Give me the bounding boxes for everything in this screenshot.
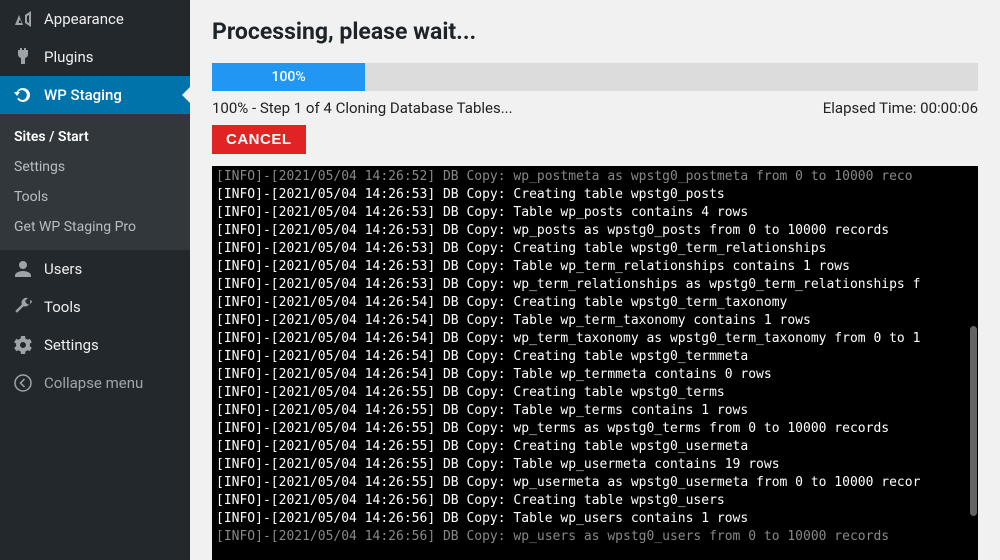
log-console[interactable]: [INFO]-[2021/05/04 14:26:52] DB Copy: wp…: [212, 166, 978, 560]
status-text: 100% - Step 1 of 4 Cloning Database Tabl…: [212, 99, 513, 117]
sidebar-item-label: Appearance: [44, 10, 124, 28]
log-line: [INFO]-[2021/05/04 14:26:55] DB Copy: Ta…: [216, 402, 974, 420]
log-line: [INFO]-[2021/05/04 14:26:55] DB Copy: Ta…: [216, 456, 974, 474]
submenu-item-tools[interactable]: Tools: [0, 182, 190, 212]
log-line: [INFO]-[2021/05/04 14:26:54] DB Copy: Ta…: [216, 312, 974, 330]
log-line: [INFO]-[2021/05/04 14:26:56] DB Copy: Cr…: [216, 492, 974, 510]
log-line: [INFO]-[2021/05/04 14:26:55] DB Copy: Cr…: [216, 438, 974, 456]
progress-percent: 100%: [272, 69, 306, 85]
log-line: [INFO]-[2021/05/04 14:26:55] DB Copy: wp…: [216, 420, 974, 438]
elapsed-time: Elapsed Time: 00:00:06: [823, 99, 978, 117]
sidebar-item-users[interactable]: Users: [0, 250, 190, 288]
log-line: [INFO]-[2021/05/04 14:26:55] DB Copy: Cr…: [216, 384, 974, 402]
log-line: [INFO]-[2021/05/04 14:26:53] DB Copy: wp…: [216, 222, 974, 240]
submenu-item-settings[interactable]: Settings: [0, 152, 190, 182]
collapse-icon: [12, 373, 34, 393]
plugin-icon: [12, 47, 34, 67]
wrench-icon: [12, 297, 34, 317]
status-row: 100% - Step 1 of 4 Cloning Database Tabl…: [212, 99, 978, 117]
refresh-icon: [12, 85, 34, 105]
submenu-item-sites-start[interactable]: Sites / Start: [0, 122, 190, 152]
log-line: [INFO]-[2021/05/04 14:26:54] DB Copy: Ta…: [216, 366, 974, 384]
progress-bar-fill: 100%: [212, 63, 365, 91]
sidebar-item-appearance[interactable]: Appearance: [0, 0, 190, 38]
sidebar-submenu: Sites / Start Settings Tools Get WP Stag…: [0, 114, 190, 250]
submenu-item-get-pro[interactable]: Get WP Staging Pro: [0, 212, 190, 242]
cancel-button[interactable]: CANCEL: [212, 125, 306, 154]
sidebar-item-label: Settings: [44, 336, 99, 354]
log-line: [INFO]-[2021/05/04 14:26:54] DB Copy: Cr…: [216, 348, 974, 366]
log-line: [INFO]-[2021/05/04 14:26:56] DB Copy: Ta…: [216, 510, 974, 528]
log-line: [INFO]-[2021/05/04 14:26:53] DB Copy: Ta…: [216, 258, 974, 276]
sidebar-item-collapse[interactable]: Collapse menu: [0, 364, 190, 402]
gear-icon: [12, 335, 34, 355]
sidebar-item-wp-staging[interactable]: WP Staging: [0, 76, 190, 114]
log-line: [INFO]-[2021/05/04 14:26:53] DB Copy: Ta…: [216, 204, 974, 222]
log-line: [INFO]-[2021/05/04 14:26:53] DB Copy: Cr…: [216, 240, 974, 258]
page-title: Processing, please wait...: [212, 18, 978, 45]
sidebar-item-tools[interactable]: Tools: [0, 288, 190, 326]
log-line: [INFO]-[2021/05/04 14:26:53] DB Copy: wp…: [216, 276, 974, 294]
sidebar-item-label: Users: [44, 260, 82, 278]
appearance-icon: [12, 9, 34, 29]
log-line: [INFO]-[2021/05/04 14:26:52] DB Copy: wp…: [216, 168, 974, 186]
admin-sidebar: Appearance Plugins WP Staging Sites / St…: [0, 0, 190, 560]
sidebar-item-label: Tools: [44, 298, 81, 316]
log-line: [INFO]-[2021/05/04 14:26:54] DB Copy: wp…: [216, 330, 974, 348]
main-content: Processing, please wait... 100% 100% - S…: [190, 0, 1000, 560]
sidebar-item-label: Collapse menu: [44, 374, 143, 392]
log-line: [INFO]-[2021/05/04 14:26:55] DB Copy: wp…: [216, 474, 974, 492]
log-scrollbar[interactable]: [970, 326, 977, 516]
sidebar-item-plugins[interactable]: Plugins: [0, 38, 190, 76]
log-line: [INFO]-[2021/05/04 14:26:56] DB Copy: wp…: [216, 528, 974, 546]
progress-bar: 100%: [212, 63, 978, 91]
user-icon: [12, 259, 34, 279]
sidebar-item-settings[interactable]: Settings: [0, 326, 190, 364]
sidebar-item-label: WP Staging: [44, 86, 122, 104]
log-line: [INFO]-[2021/05/04 14:26:53] DB Copy: Cr…: [216, 186, 974, 204]
sidebar-item-label: Plugins: [44, 48, 93, 66]
log-line: [INFO]-[2021/05/04 14:26:54] DB Copy: Cr…: [216, 294, 974, 312]
